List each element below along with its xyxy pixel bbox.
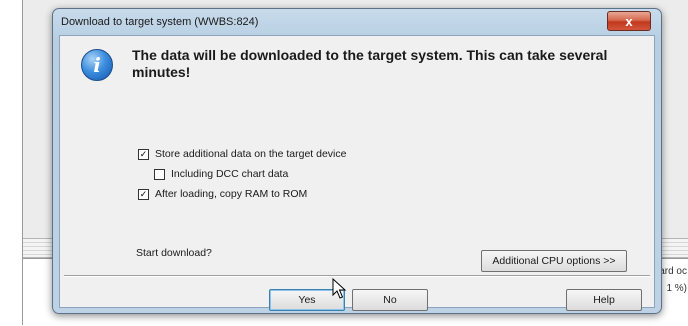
checkbox-store-additional-data[interactable]: ✓ Store additional data on the target de… (138, 148, 346, 160)
start-download-prompt: Start download? (136, 247, 212, 259)
button-separator (64, 275, 650, 277)
dialog-title: Download to target system (WWBS:824) (61, 16, 259, 28)
no-button[interactable]: No (352, 289, 428, 311)
dialog-titlebar[interactable]: Download to target system (WWBS:824) x (53, 9, 661, 37)
download-dialog: Download to target system (WWBS:824) x i… (52, 8, 662, 314)
background-text-2: 1 %) (666, 283, 687, 294)
help-button[interactable]: Help (566, 289, 642, 311)
checkbox-box[interactable] (154, 168, 165, 180)
checkbox-box[interactable]: ✓ (138, 148, 149, 160)
checkbox-label: After loading, copy RAM to ROM (155, 188, 308, 200)
additional-cpu-options-button[interactable]: Additional CPU options >> (481, 250, 627, 272)
info-icon: i (81, 49, 113, 81)
mouse-cursor-icon (332, 278, 347, 299)
dialog-message: The data will be downloaded to the targe… (132, 47, 608, 80)
checkbox-copy-ram-to-rom[interactable]: ✓ After loading, copy RAM to ROM (138, 188, 307, 200)
background-text-1: ard oc (659, 266, 687, 277)
checkbox-label: Store additional data on the target devi… (155, 148, 347, 160)
close-icon: x (625, 13, 633, 29)
checkbox-box[interactable]: ✓ (138, 188, 149, 200)
checkbox-label: Including DCC chart data (171, 168, 289, 180)
dialog-body: i The data will be downloaded to the tar… (59, 35, 655, 311)
checkbox-including-dcc-chart-data[interactable]: Including DCC chart data (154, 168, 288, 180)
close-button[interactable]: x (607, 11, 651, 31)
